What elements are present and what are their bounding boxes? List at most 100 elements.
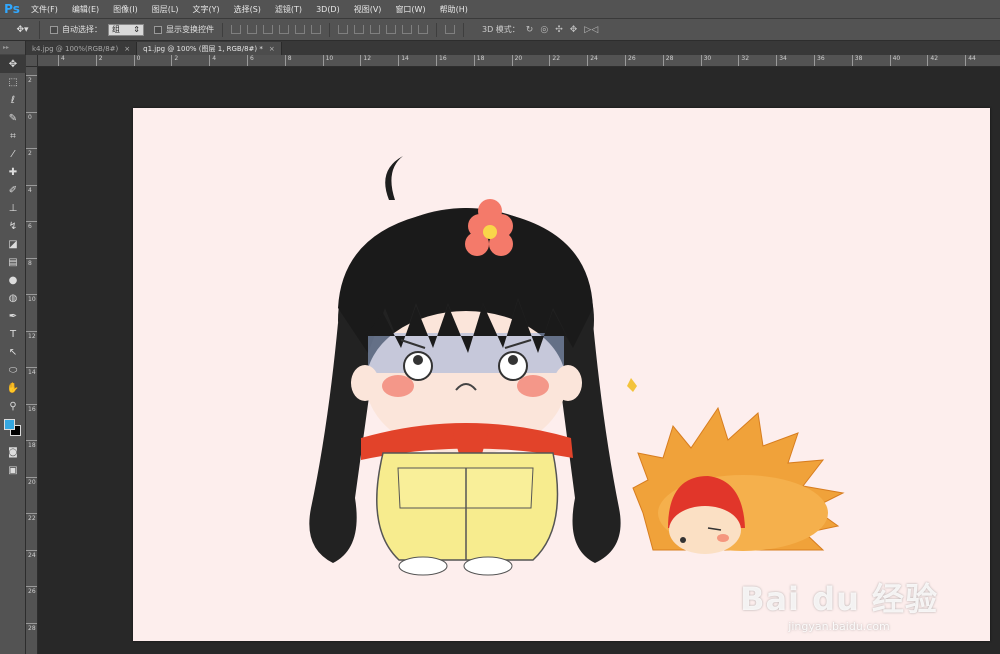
ruler-tick: 30 <box>700 55 711 66</box>
close-icon[interactable]: × <box>124 45 130 53</box>
type-tool-icon[interactable]: T <box>0 325 26 343</box>
menu-layer[interactable]: 图层(L) <box>145 4 186 15</box>
chevron-down-icon: ⇕ <box>133 25 140 34</box>
ruler-tick: 26 <box>26 586 37 595</box>
auto-select-checkbox[interactable]: 自动选择： <box>50 24 102 35</box>
align-hcenter-icon[interactable] <box>295 25 305 34</box>
align-buttons <box>231 25 321 34</box>
lasso-tool-icon[interactable]: ℓ <box>0 91 26 109</box>
ruler-tick: 12 <box>360 55 371 66</box>
distribute-bottom-icon[interactable] <box>370 25 380 34</box>
hedgehog-illustration <box>632 406 845 554</box>
ruler-tick: 6 <box>26 221 37 230</box>
menu-edit[interactable]: 编辑(E) <box>65 4 106 15</box>
distribute-vcenter-icon[interactable] <box>354 25 364 34</box>
align-bottom-icon[interactable] <box>263 25 273 34</box>
tab-label: q1.jpg @ 100% (图层 1, RGB/8#) * <box>143 44 263 53</box>
eyedropper-tool-icon[interactable]: ⁄ <box>0 145 26 163</box>
quick-mask-icon[interactable]: ◙ <box>0 443 26 461</box>
ruler-tick: 38 <box>851 55 862 66</box>
ruler-tick: 32 <box>738 55 749 66</box>
path-select-tool-icon[interactable]: ↖ <box>0 343 26 361</box>
vertical-ruler[interactable]: 2 0 2 4 6 8 10 12 14 16 18 20 22 24 26 28 <box>26 67 38 654</box>
roll-3d-icon[interactable]: ◎ <box>540 25 548 35</box>
tab-k4[interactable]: k4.jpg @ 100%(RGB/8#) × <box>26 42 138 55</box>
align-left-icon[interactable] <box>279 25 289 34</box>
align-right-icon[interactable] <box>311 25 321 34</box>
align-vcenter-icon[interactable] <box>247 25 257 34</box>
menu-file[interactable]: 文件(F) <box>24 4 65 15</box>
tools-panel: ▸▸ ✥ ⬚ ℓ ✎ ⌗ ⁄ ✚ ✐ ⊥ ↯ ◪ ▤ ● ◍ ✒ T ↖ ⬭ ✋… <box>0 41 26 654</box>
move-tool-preset[interactable]: ✥▾ <box>6 20 40 39</box>
menu-filter[interactable]: 滤镜(T) <box>268 4 309 15</box>
eraser-tool-icon[interactable]: ◪ <box>0 235 26 253</box>
ruler-tick: 18 <box>473 55 484 66</box>
drag-3d-icon[interactable]: ✣ <box>555 25 563 35</box>
document-workspace[interactable]: Bai du 经验 jingyan.baidu.com <box>38 67 1000 654</box>
menu-image[interactable]: 图像(I) <box>106 4 145 15</box>
ruler-tick: 22 <box>26 513 37 522</box>
ruler-tick: 14 <box>398 55 409 66</box>
menu-window[interactable]: 窗口(W) <box>388 4 432 15</box>
ruler-tick: 10 <box>322 55 333 66</box>
horizontal-ruler[interactable]: 4 2 0 2 4 6 8 10 12 14 16 18 20 22 24 26 28 30 32 34 36 38 40 4… <box>38 55 1000 67</box>
distribute-top-icon[interactable] <box>338 25 348 34</box>
screen-mode-icon[interactable]: ▣ <box>0 461 26 479</box>
menu-help[interactable]: 帮助(H) <box>433 4 475 15</box>
healing-brush-tool-icon[interactable]: ✚ <box>0 163 26 181</box>
distribute-right-icon[interactable] <box>418 25 428 34</box>
blur-tool-icon[interactable]: ● <box>0 271 26 289</box>
ruler-tick: 44 <box>965 55 976 66</box>
document-canvas[interactable]: Bai du 经验 jingyan.baidu.com <box>133 108 990 641</box>
ruler-tick: 12 <box>26 330 37 340</box>
slide-3d-icon[interactable]: ✥ <box>570 25 578 35</box>
auto-select-value: 组 <box>112 25 120 34</box>
3d-mode-buttons: ↻ ◎ ✣ ✥ ▷◁ <box>526 25 598 35</box>
hand-tool-icon[interactable]: ✋ <box>0 379 26 397</box>
ps-logo: Ps <box>4 2 20 16</box>
gradient-tool-icon[interactable]: ▤ <box>0 253 26 271</box>
crop-tool-icon[interactable]: ⌗ <box>0 127 26 145</box>
stamp-tool-icon[interactable]: ⊥ <box>0 199 26 217</box>
close-icon[interactable]: × <box>269 45 275 53</box>
quick-select-tool-icon[interactable]: ✎ <box>0 109 26 127</box>
menu-3d[interactable]: 3D(D) <box>309 5 347 14</box>
history-brush-tool-icon[interactable]: ↯ <box>0 217 26 235</box>
ruler-tick: 26 <box>625 55 636 66</box>
move-icon: ✥▾ <box>16 24 29 35</box>
ruler-tick: 42 <box>927 55 938 66</box>
rotate-3d-icon[interactable]: ↻ <box>526 25 534 35</box>
menu-view[interactable]: 视图(V) <box>347 4 389 15</box>
ruler-tick: 2 <box>171 55 178 66</box>
dodge-tool-icon[interactable]: ◍ <box>0 289 26 307</box>
watermark-main: Bai du 经验 <box>740 580 938 618</box>
ruler-tick: 4 <box>58 55 65 66</box>
ruler-origin[interactable] <box>26 55 38 67</box>
show-transform-label: 显示变换控件 <box>166 25 214 34</box>
menu-type[interactable]: 文字(Y) <box>185 4 226 15</box>
brush-tool-icon[interactable]: ✐ <box>0 181 26 199</box>
panel-collapse-icon[interactable]: ▸▸ <box>0 41 25 55</box>
move-tool-icon[interactable]: ✥ <box>0 55 26 73</box>
ruler-tick: 0 <box>133 55 140 66</box>
align-top-icon[interactable] <box>231 25 241 34</box>
marquee-tool-icon[interactable]: ⬚ <box>0 73 26 91</box>
tab-q1[interactable]: q1.jpg @ 100% (图层 1, RGB/8#) * × <box>137 42 282 55</box>
auto-align-icon[interactable] <box>445 25 455 34</box>
ruler-tick: 14 <box>26 367 37 376</box>
ruler-tick: 18 <box>26 440 37 449</box>
zoom-tool-icon[interactable]: ⚲ <box>0 397 26 415</box>
ruler-tick: 10 <box>26 294 37 303</box>
canvas-artwork <box>309 156 845 576</box>
scale-3d-icon[interactable]: ▷◁ <box>584 25 598 35</box>
foreground-color-swatch[interactable] <box>4 419 15 430</box>
show-transform-checkbox[interactable]: 显示变换控件 <box>154 24 214 35</box>
ellipse-tool-icon[interactable]: ⬭ <box>0 361 26 379</box>
distribute-hcenter-icon[interactable] <box>402 25 412 34</box>
color-swatches <box>0 415 26 443</box>
distribute-left-icon[interactable] <box>386 25 396 34</box>
pen-tool-icon[interactable]: ✒ <box>0 307 26 325</box>
menu-select[interactable]: 选择(S) <box>227 4 268 15</box>
auto-select-dropdown[interactable]: 组 ⇕ <box>108 23 144 36</box>
ruler-tick: 16 <box>436 55 447 66</box>
